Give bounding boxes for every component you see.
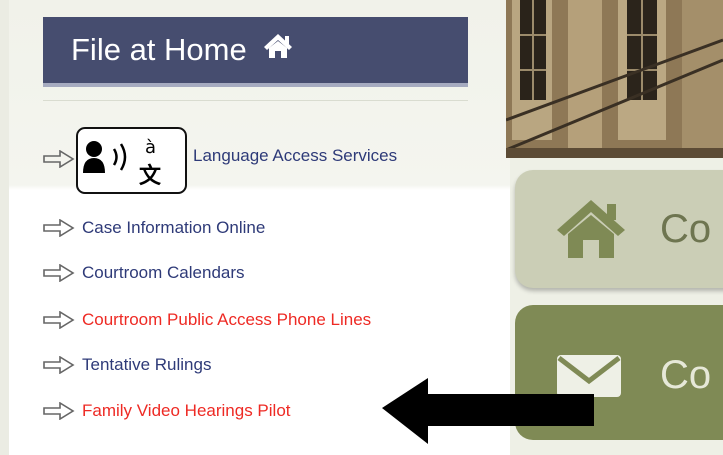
arrow-right-icon [43,150,75,168]
language-access-link[interactable]: Language Access Services [193,146,397,166]
left-shade [0,0,9,455]
home-icon [263,16,293,82]
list-item[interactable]: Case Information Online [43,216,265,240]
home-tile[interactable]: Co [515,170,723,288]
arrow-right-icon [43,402,75,420]
list-item[interactable]: Family Video Hearings Pilot [43,399,291,423]
tentative-rulings-link[interactable]: Tentative Rulings [82,355,211,375]
divider [43,100,468,101]
home-icon [557,200,625,258]
list-item[interactable]: Courtroom Calendars [43,261,245,285]
arrow-right-icon [43,356,75,374]
tile-label: Co [660,207,712,251]
arrow-right-icon [43,311,75,329]
list-item[interactable]: Tentative Rulings [43,353,211,377]
case-information-online-link[interactable]: Case Information Online [82,218,265,238]
file-at-home-button[interactable]: File at Home [43,17,468,87]
list-item[interactable]: Courtroom Public Access Phone Lines [43,308,371,332]
svg-text:文: 文 [139,163,162,189]
svg-text:à: à [145,137,156,158]
language-translate-icon[interactable]: à 文 [76,127,187,194]
arrow-right-icon [43,219,75,237]
courtroom-calendars-link[interactable]: Courtroom Calendars [82,263,245,283]
file-at-home-label: File at Home [71,32,247,67]
tile-label: Co [660,353,712,397]
pointer-arrow-icon [382,378,594,444]
courthouse-photo [506,0,723,158]
courtroom-phone-lines-link[interactable]: Courtroom Public Access Phone Lines [82,310,371,330]
arrow-right-icon [43,264,75,282]
family-video-hearings-link[interactable]: Family Video Hearings Pilot [82,401,291,421]
